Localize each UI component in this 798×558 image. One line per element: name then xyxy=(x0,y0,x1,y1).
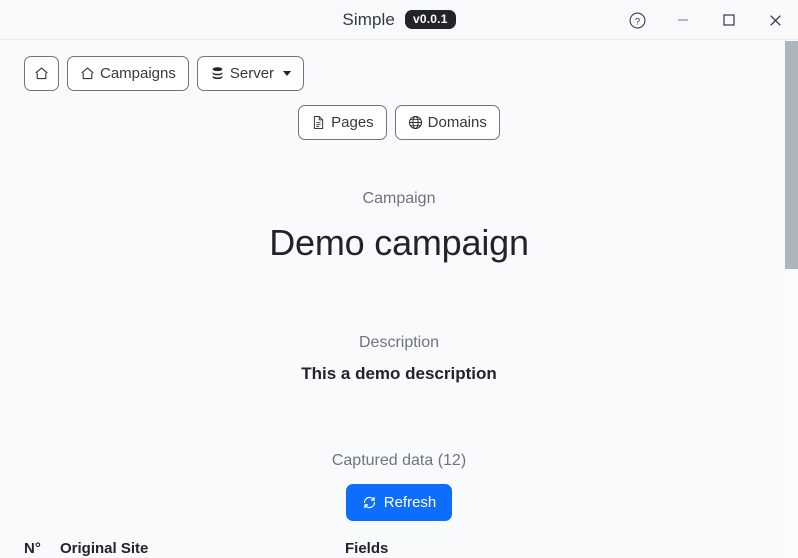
window-controls: ? xyxy=(614,0,798,40)
title-bar-center: Simple v0.0.1 xyxy=(342,9,456,30)
database-icon xyxy=(210,66,225,81)
pages-button[interactable]: Pages xyxy=(298,105,387,140)
refresh-button-label: Refresh xyxy=(383,494,437,511)
captured-data-table-wrap: N° Original Site Fields 1 https://www.fa… xyxy=(24,540,774,558)
svg-text:?: ? xyxy=(634,16,639,27)
captured-data-section: Captured data (12) Refresh xyxy=(0,452,798,521)
primary-toolbar: Campaigns Server xyxy=(0,40,798,91)
server-dropdown-button[interactable]: Server xyxy=(196,56,305,91)
description-section-label: Description xyxy=(358,334,440,351)
campaign-section-label: Campaign xyxy=(362,190,436,207)
captured-data-heading: Captured data (12) xyxy=(331,452,467,469)
close-icon xyxy=(768,13,783,28)
refresh-icon xyxy=(362,495,377,510)
close-button[interactable] xyxy=(752,0,798,40)
table-header-row: N° Original Site Fields xyxy=(24,540,774,558)
refresh-button[interactable]: Refresh xyxy=(345,484,453,521)
page-title: Demo campaign xyxy=(269,222,529,263)
campaigns-button-label: Campaigns xyxy=(100,65,176,82)
description-section: Description This a demo description xyxy=(0,334,798,384)
minimize-icon xyxy=(676,13,690,27)
column-header-fields: Fields xyxy=(345,540,774,558)
table-head: N° Original Site Fields xyxy=(24,540,774,558)
title-bar: Simple v0.0.1 ? xyxy=(0,0,798,40)
chevron-down-icon xyxy=(283,71,292,76)
maximize-button[interactable] xyxy=(706,0,752,40)
home-button[interactable] xyxy=(24,56,59,91)
domains-button-label: Domains xyxy=(427,114,487,131)
file-text-icon xyxy=(311,115,326,130)
vertical-scrollbar[interactable] xyxy=(785,41,798,558)
minimize-button[interactable] xyxy=(660,0,706,40)
app-title: Simple xyxy=(342,9,395,29)
description-value: This a demo description xyxy=(301,364,497,383)
server-button-label: Server xyxy=(229,65,275,82)
scrollbar-thumb[interactable] xyxy=(785,41,798,269)
campaigns-button[interactable]: Campaigns xyxy=(67,56,189,91)
column-header-original-site: Original Site xyxy=(60,540,345,558)
version-badge: v0.0.1 xyxy=(405,10,456,29)
maximize-icon xyxy=(722,13,736,27)
home-icon xyxy=(34,66,49,81)
main-content: Campaign Demo campaign Description This … xyxy=(0,190,798,558)
home-outline-icon xyxy=(80,66,95,81)
domains-button[interactable]: Domains xyxy=(394,105,500,140)
column-header-number: N° xyxy=(24,540,60,558)
secondary-toolbar: Pages Domains xyxy=(0,91,798,140)
help-circle-icon: ? xyxy=(629,12,646,29)
pages-button-label: Pages xyxy=(331,114,374,131)
help-button[interactable]: ? xyxy=(614,0,660,40)
globe-icon xyxy=(408,115,423,130)
campaign-section: Campaign Demo campaign xyxy=(0,190,798,264)
captured-data-table: N° Original Site Fields 1 https://www.fa… xyxy=(24,540,774,558)
